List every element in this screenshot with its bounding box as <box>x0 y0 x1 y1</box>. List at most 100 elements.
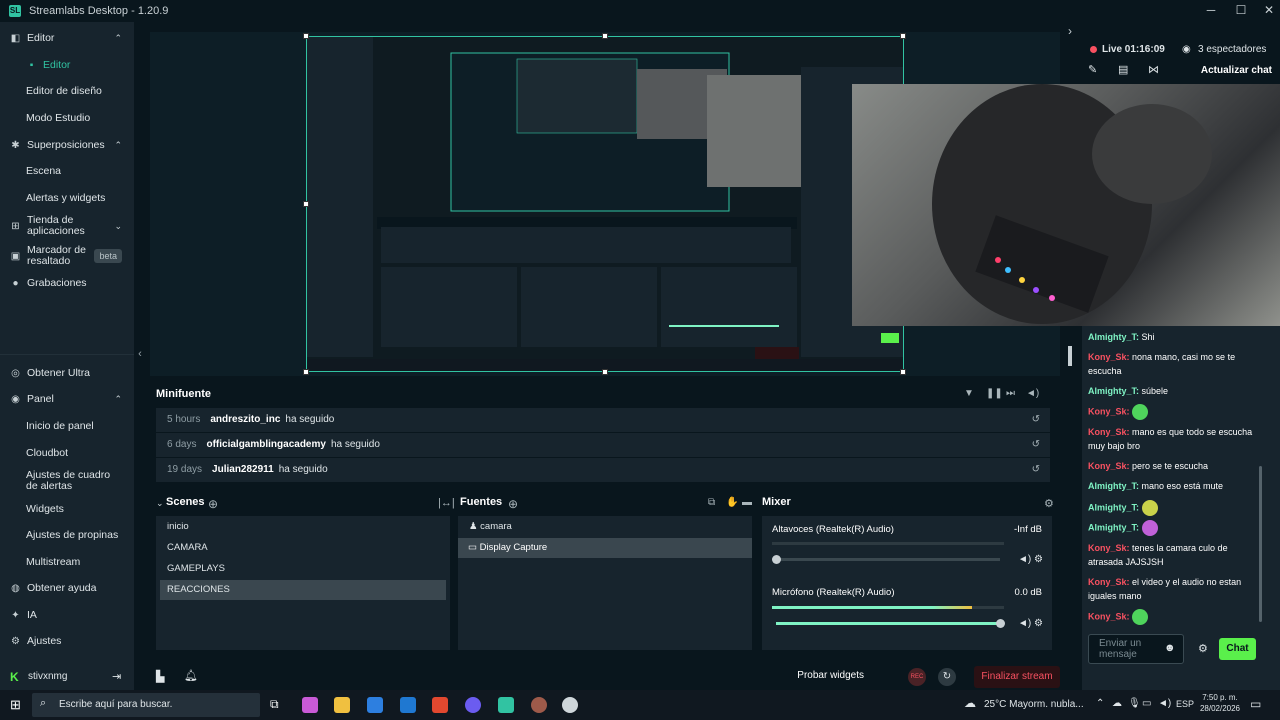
webcam-source[interactable] <box>852 84 1280 326</box>
end-stream-button[interactable]: Finalizar stream <box>974 666 1060 688</box>
language-indicator[interactable]: ESP <box>1176 699 1194 709</box>
store-app-icon[interactable] <box>367 697 383 713</box>
cloud-icon[interactable]: ☁ <box>1112 698 1122 709</box>
expand-icon[interactable]: › <box>1068 24 1072 38</box>
sidebar-item-dashboard[interactable]: ◉ Panel ⌃ <box>0 388 134 410</box>
minimize-button[interactable]: ─ <box>1196 0 1226 22</box>
scene-item[interactable]: CAMARA <box>160 538 446 558</box>
pause-icon[interactable]: ❚❚ <box>986 388 1003 399</box>
sidebar-item-dashboard-home[interactable]: Inicio de panel <box>0 415 134 437</box>
chat-send-button[interactable]: Chat <box>1219 638 1256 660</box>
chat-settings-icon[interactable]: ⚙ <box>1198 642 1208 655</box>
obs-icon[interactable] <box>465 697 481 713</box>
resize-handle-bl[interactable] <box>303 369 309 375</box>
speaker-icon[interactable]: ◄) <box>1018 618 1031 629</box>
source-folder-icon[interactable]: ▬ <box>742 497 752 508</box>
sidebar-item-layout-editor[interactable]: Editor de diseño <box>0 80 134 102</box>
sidebar-item-recordings[interactable]: ● Grabaciones <box>0 272 134 294</box>
sidebar-item-help[interactable]: ◍ Obtener ayuda <box>0 577 134 599</box>
maximize-button[interactable]: ☐ <box>1226 0 1256 22</box>
mic-icon[interactable]: 🎙︎ <box>1128 698 1141 709</box>
sidebar-item-alerts[interactable]: Alertas y widgets <box>0 187 134 209</box>
resize-handle-l[interactable] <box>303 201 309 207</box>
resize-handle-tl[interactable] <box>303 33 309 39</box>
taskbar-search[interactable]: ⌕ Escribe aquí para buscar. <box>32 693 260 717</box>
mail-icon[interactable] <box>400 697 416 713</box>
popout-icon[interactable]: ▤ <box>1118 63 1128 76</box>
filter-icon[interactable]: ▼ <box>964 388 974 399</box>
refresh-chat-button[interactable]: Actualizar chat <box>1201 65 1272 76</box>
add-source-icon[interactable]: ⊕ <box>508 497 518 511</box>
chat-scrollbar[interactable] <box>1259 466 1262 622</box>
resize-grip[interactable] <box>1068 346 1072 366</box>
replay-buffer-icon[interactable]: ↻ <box>938 668 956 686</box>
resize-handle-br[interactable] <box>900 369 906 375</box>
source-filter-icon[interactable]: ⧉ <box>708 497 715 508</box>
clock-time[interactable]: 7:50 p. m. <box>1200 693 1240 702</box>
sidebar-item-ai[interactable]: ✦ IA <box>0 604 134 626</box>
skip-icon[interactable]: ⏭ <box>1006 388 1015 399</box>
streamlabs-icon[interactable] <box>498 697 514 713</box>
user-account[interactable]: K stivxnmg ⇥ <box>0 666 134 688</box>
sidebar-item-ultra[interactable]: ◎ Obtener Ultra <box>0 362 134 384</box>
replay-icon[interactable]: ↺ <box>1032 433 1040 457</box>
scene-item-selected[interactable]: REACCIONES <box>160 580 446 600</box>
task-view-icon[interactable]: ⧉ <box>270 697 286 713</box>
test-widgets-button[interactable]: Probar widgets <box>797 670 864 681</box>
tray-chevron-icon[interactable]: ⌃ <box>1096 698 1104 709</box>
volume-slider[interactable] <box>776 619 1005 628</box>
windows-start-icon[interactable]: ⊞ <box>10 697 21 713</box>
channel-settings-icon[interactable]: ⚙ <box>1034 618 1043 629</box>
resize-handle-t[interactable] <box>602 33 608 39</box>
source-lock-icon[interactable]: ✋ <box>726 497 738 508</box>
emoji-icon[interactable]: ☻ <box>1164 642 1176 654</box>
logout-icon[interactable]: ⇥ <box>112 670 121 683</box>
source-item[interactable]: ♟ camara <box>462 517 748 537</box>
sidebar-item-multistream[interactable]: Multistream <box>0 551 134 573</box>
clock-date[interactable]: 28/02/2026 <box>1198 704 1242 713</box>
scene-item[interactable]: GAMEPLAYS <box>160 559 446 579</box>
notification-center-icon[interactable]: ▭ <box>1250 697 1261 711</box>
sidebar-item-tips[interactable]: Ajustes de propinas <box>0 524 134 546</box>
sidebar-item-scene[interactable]: Escena <box>0 160 134 182</box>
share-icon[interactable]: ⋈ <box>1148 63 1159 76</box>
replay-icon[interactable]: ↺ <box>1032 408 1040 432</box>
replay-icon[interactable]: ↺ <box>1032 458 1040 482</box>
speaker-icon[interactable]: ◄) <box>1158 698 1171 709</box>
record-button[interactable]: REC <box>908 668 926 686</box>
sidebar-item-widgets[interactable]: Widgets <box>0 498 134 520</box>
close-button[interactable]: ✕ <box>1254 0 1280 22</box>
app-icon[interactable] <box>531 697 547 713</box>
sidebar-item-settings[interactable]: ⚙ Ajustes <box>0 630 134 652</box>
sidebar-item-editor-active[interactable]: ▪ Editor <box>0 54 134 76</box>
sidebar-item-alertbox[interactable]: Ajustes de cuadro de alertas <box>0 468 134 494</box>
sidebar-item-cloudbot[interactable]: Cloudbot <box>0 442 134 464</box>
channel-settings-icon[interactable]: ⚙ <box>1034 554 1043 565</box>
brave-icon[interactable] <box>432 697 448 713</box>
resize-handle-tr[interactable] <box>900 33 906 39</box>
volume-icon[interactable]: ◄) <box>1026 388 1039 399</box>
stats-icon[interactable]: ▙ <box>156 670 164 683</box>
sidebar-item-highlighter[interactable]: ▣ Marcador de resaltado beta <box>0 244 134 268</box>
collapse-sidebar-icon[interactable]: ‹ <box>134 348 146 360</box>
display-capture-source[interactable] <box>306 36 904 372</box>
copilot-icon[interactable] <box>302 697 318 713</box>
sidebar-item-app-store[interactable]: ⊞ Tienda de aplicaciones ⌄ <box>0 214 134 238</box>
speaker-icon[interactable]: ◄) <box>1018 554 1031 565</box>
volume-slider[interactable] <box>772 555 1000 564</box>
sidebar-item-overlays[interactable]: ✱ Superposiciones ⌃ <box>0 134 134 156</box>
chevron-down-icon[interactable]: ⌄ <box>156 498 164 509</box>
file-explorer-icon[interactable] <box>334 697 350 713</box>
weather-text[interactable]: 25°C Mayorm. nubla... <box>984 699 1084 710</box>
transition-icon[interactable]: |↔| <box>438 497 455 509</box>
resize-handle-b[interactable] <box>602 369 608 375</box>
network-icon[interactable]: ▭ <box>1142 698 1151 709</box>
sidebar-item-studio-mode[interactable]: Modo Estudio <box>0 107 134 129</box>
source-item-selected[interactable]: ▭ Display Capture <box>458 538 752 558</box>
notifications-icon[interactable]: 🔔︎ <box>184 669 198 682</box>
pencil-icon[interactable]: ✎ <box>1088 63 1097 76</box>
app-icon[interactable] <box>562 697 578 713</box>
mixer-settings-icon[interactable]: ⚙ <box>1044 497 1054 510</box>
add-scene-icon[interactable]: ⊕ <box>208 497 218 511</box>
scene-item[interactable]: inicio <box>160 517 446 537</box>
